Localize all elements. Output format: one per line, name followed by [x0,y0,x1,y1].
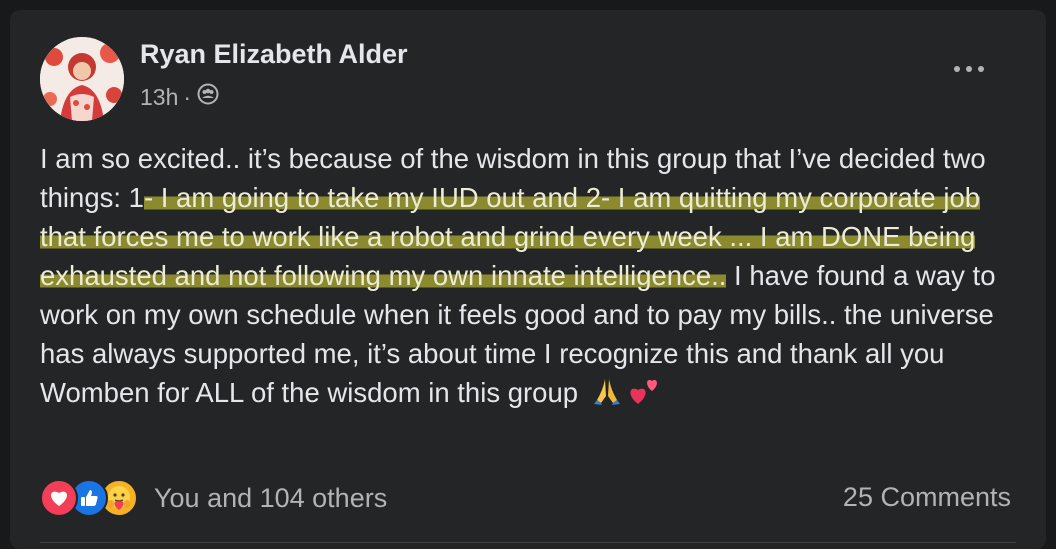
author-name[interactable]: Ryan Elizabeth Alder [140,39,408,70]
post-text: I am so excited.. it’s because of the wi… [40,139,1030,416]
post-time[interactable]: 13h [140,84,178,111]
two-hearts-emoji [628,376,662,416]
divider [40,542,1016,543]
reaction-count[interactable]: You and 104 others [154,483,387,514]
comments-count[interactable]: 25 Comments [843,482,1011,513]
reaction-summary[interactable]: You and 104 others [40,479,387,517]
group-icon [197,83,219,111]
folded-hands-emoji [592,376,622,416]
meta-separator: · [183,83,192,110]
love-reaction-icon [40,479,78,517]
more-options-icon[interactable] [954,66,984,72]
post-meta: 13h · [140,83,219,111]
post-card: Ryan Elizabeth Alder 13h · I am so excit… [10,10,1046,549]
avatar[interactable] [40,37,124,121]
